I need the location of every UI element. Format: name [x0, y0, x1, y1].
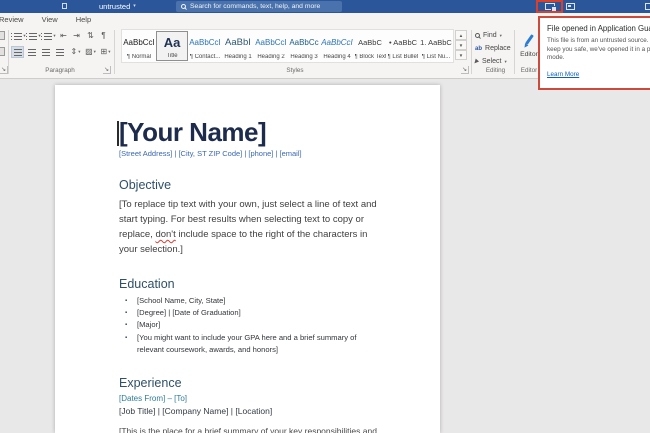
pilcrow-icon: ¶: [101, 31, 105, 41]
line-spacing-icon: ⇕: [71, 47, 78, 57]
sort-icon: ⇅: [87, 31, 94, 41]
replace-icon: ab: [475, 46, 482, 52]
align-center-icon: [28, 49, 36, 56]
resume-contact-line[interactable]: [Street Address] | [City, ST ZIP Code] |…: [119, 149, 382, 158]
style-heading-3[interactable]: AaBbCc Heading 3: [288, 31, 320, 61]
align-left-button[interactable]: [11, 46, 24, 58]
multilevel-list-button[interactable]: ▾: [41, 30, 56, 42]
bullet-list-button[interactable]: ▾: [11, 30, 26, 42]
style-list-bullet[interactable]: • AaBbC ¶ List Bullet: [387, 31, 419, 61]
borders-button[interactable]: ⊞ ▾: [98, 46, 113, 58]
style-heading-2[interactable]: AaBbCcI Heading 2: [255, 31, 287, 61]
bullet-list-icon: [14, 33, 22, 40]
style-title[interactable]: Aa Title: [156, 31, 188, 61]
list-item[interactable]: [You might want to include your GPA here…: [125, 332, 382, 356]
show-paragraph-marks-button[interactable]: ¶: [97, 30, 110, 42]
document-title-menu[interactable]: untrusted ▾: [99, 0, 136, 13]
gallery-scroll-down-button[interactable]: ▼: [455, 40, 467, 50]
align-right-icon: [42, 49, 50, 56]
increase-indent-button[interactable]: ⇥: [70, 30, 83, 42]
search-box[interactable]: [176, 1, 342, 12]
replace-button[interactable]: ab Replace: [475, 43, 511, 54]
multilevel-list-icon: [44, 33, 52, 40]
education-bullet-list: [School Name, City, State] [Degree] | [D…: [119, 295, 382, 356]
shading-icon: ▨: [85, 47, 93, 57]
font-group-fragment-icon[interactable]: [0, 31, 5, 40]
document-page[interactable]: [Your Name] [Street Address] | [City, ST…: [55, 85, 440, 433]
save-icon[interactable]: [62, 3, 67, 9]
style-heading-4[interactable]: AaBbCcI Heading 4: [321, 31, 353, 61]
align-left-icon: [14, 49, 22, 56]
font-group-fragment-icon[interactable]: [0, 47, 5, 56]
search-input[interactable]: [190, 3, 337, 10]
experience-dates[interactable]: [Dates From] – [To]: [119, 394, 382, 404]
tab-help[interactable]: Help: [67, 13, 100, 27]
paragraph-group-label: Paragraph: [30, 67, 90, 74]
align-center-button[interactable]: [25, 46, 38, 58]
paragraph-dialog-launcher-icon[interactable]: ↘: [103, 66, 111, 74]
line-spacing-button[interactable]: ⇕ ▾: [68, 46, 83, 58]
ribbon-display-options-icon[interactable]: [566, 3, 575, 10]
select-cursor-icon: [474, 59, 479, 65]
justify-icon: [56, 49, 64, 56]
style-list-number[interactable]: 1. AaBbC ¶ List Nu...: [420, 31, 452, 61]
application-guard-highlight-box: [536, 0, 563, 13]
numbered-list-button[interactable]: ▾: [26, 30, 41, 42]
justify-button[interactable]: [53, 46, 66, 58]
numbered-list-icon: [29, 33, 37, 40]
text-cursor: [117, 121, 119, 146]
popup-title: File opened in Application Guard: [547, 24, 643, 33]
tab-review[interactable]: Review: [0, 13, 33, 27]
minimize-icon[interactable]: [645, 3, 650, 10]
align-right-button[interactable]: [39, 46, 52, 58]
style-heading-1[interactable]: AaBbI Heading 1: [222, 31, 254, 61]
objective-paragraph[interactable]: [To replace tip text with your own, just…: [119, 197, 382, 257]
document-title: untrusted: [99, 0, 130, 13]
document-area: [Your Name] [Street Address] | [City, ST…: [0, 79, 650, 433]
word-application-window: untrusted ▾ Review View Help ↘ ▾ ▾: [0, 0, 650, 433]
list-item[interactable]: [Major]: [125, 319, 382, 331]
resume-name-placeholder[interactable]: [Your Name]: [119, 118, 382, 146]
objective-heading[interactable]: Objective: [119, 178, 382, 192]
learn-more-link[interactable]: Learn More: [547, 71, 579, 78]
shading-button[interactable]: ▨ ▾: [83, 46, 98, 58]
popup-body: This file is from an untrusted source. T…: [547, 37, 643, 63]
gallery-scroll-up-button[interactable]: ▲: [455, 30, 467, 40]
decrease-indent-button[interactable]: ⇤: [57, 30, 70, 42]
styles-group-label: Styles: [260, 67, 330, 74]
gallery-expand-button[interactable]: ▼: [455, 50, 467, 60]
editor-pen-icon: [525, 34, 534, 45]
education-heading[interactable]: Education: [119, 277, 382, 291]
styles-gallery-scroll: ▲ ▼ ▼: [455, 30, 467, 60]
tab-view[interactable]: View: [33, 13, 67, 27]
font-dialog-launcher-icon[interactable]: ↘: [0, 66, 8, 74]
find-button[interactable]: Find ▾: [475, 30, 502, 41]
list-item[interactable]: [School Name, City, State]: [125, 295, 382, 307]
experience-heading[interactable]: Experience: [119, 376, 382, 390]
borders-icon: ⊞: [101, 47, 108, 57]
styles-gallery: AaBbCcI ¶ Normal Aa Title AaBbCcI ¶ Cont…: [121, 29, 454, 63]
style-normal[interactable]: AaBbCcI ¶ Normal: [123, 31, 155, 61]
style-block-text[interactable]: AaBbC ¶ Block Text: [354, 31, 386, 61]
search-icon: [181, 4, 186, 9]
find-icon: [475, 33, 480, 38]
chevron-down-icon: ▾: [133, 0, 136, 13]
application-guard-popup: File opened in Application Guard This fi…: [538, 16, 650, 90]
experience-job-title-line[interactable]: [Job Title] | [Company Name] | [Location…: [119, 406, 382, 417]
sort-button[interactable]: ⇅: [84, 30, 97, 42]
list-item[interactable]: [Degree] | [Date of Graduation]: [125, 307, 382, 319]
spellcheck-flagged-word: don't: [155, 229, 175, 240]
select-button[interactable]: Select ▾: [475, 56, 507, 67]
decrease-indent-icon: ⇤: [60, 31, 67, 41]
experience-summary[interactable]: [This is the place for a brief summary o…: [119, 424, 382, 433]
increase-indent-icon: ⇥: [73, 31, 80, 41]
style-contact[interactable]: AaBbCcI ¶ Contact...: [189, 31, 221, 61]
